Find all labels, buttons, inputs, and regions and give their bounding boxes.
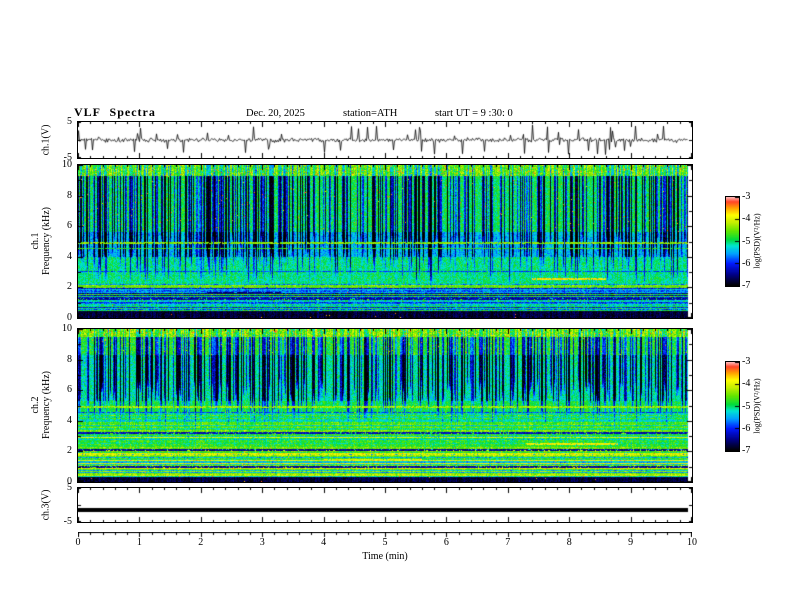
x-tick-label: 8	[566, 537, 572, 548]
y-tick-label: -5	[63, 516, 72, 527]
colorbar-1	[725, 196, 740, 287]
y-tick-label: 5	[67, 116, 72, 127]
x-tick-label: 7	[505, 537, 511, 548]
ch2-spectrogram-canvas	[78, 329, 692, 482]
ch1-waveform-panel	[77, 121, 693, 159]
x-axis-title: Time (min)	[362, 551, 408, 562]
y-tick-label: 4	[67, 414, 72, 426]
x-tick-label: 9	[628, 537, 634, 548]
plot-title: VLF Spectra	[74, 105, 156, 119]
ch2-spectrogram-ylabel: ch.2 Frequency (kHz)	[30, 370, 52, 440]
colorbar-tick-label: -7	[742, 445, 751, 456]
y-tick-label: 10	[62, 323, 72, 334]
colorbar-2-gradient	[726, 362, 739, 451]
colorbar-tick-label: -3	[742, 356, 751, 367]
x-tick-label: 1	[136, 537, 142, 548]
ch3-waveform-panel	[77, 487, 693, 523]
y-tick-label: 8	[67, 353, 72, 365]
vlf-spectra-figure: VLF Spectra Dec. 20, 2025 station=ATH st…	[0, 0, 792, 612]
ch1-spectrogram-ylabel: ch.1 Frequency (kHz)	[30, 206, 52, 276]
x-tick-label: 0	[75, 537, 81, 548]
ch1-waveform-ylabel: ch.1(V)	[40, 124, 52, 156]
y-tick-label: 6	[67, 220, 72, 232]
x-tick-label: 6	[443, 537, 449, 548]
x-tick-label: 3	[259, 537, 265, 548]
colorbar-2	[725, 361, 740, 452]
x-tick-label: 10	[687, 537, 697, 548]
y-tick-label: 2	[67, 281, 72, 293]
colorbar-tick-label: -4	[742, 378, 751, 390]
header-start-ut: start UT = 9 :30: 0	[435, 108, 513, 119]
y-tick-label: 5	[67, 482, 72, 493]
colorbar-tick-label: -6	[742, 257, 751, 269]
y-tick-label: 4	[67, 250, 72, 262]
header-date: Dec. 20, 2025	[246, 108, 305, 119]
colorbar-tick-label: -6	[742, 422, 751, 434]
colorbar-tick-label: -7	[742, 280, 751, 291]
colorbar-tick-label: -5	[742, 235, 751, 247]
colorbar-tick-label: -3	[742, 191, 751, 202]
y-tick-label: -5	[63, 152, 72, 163]
ch1-spectrogram-panel	[77, 164, 693, 319]
x-tick-label: 4	[321, 537, 327, 548]
x-tick-label: 5	[382, 537, 388, 548]
colorbar-1-gradient	[726, 197, 739, 286]
ch3-waveform-ylabel: ch.3(V)	[40, 489, 52, 521]
ch1-waveform-canvas	[78, 122, 692, 158]
y-tick-label: 2	[67, 445, 72, 457]
ch2-spectrogram-panel	[77, 328, 693, 483]
y-tick-label: 8	[67, 189, 72, 201]
x-tick-label: 2	[198, 537, 204, 548]
colorbar-tick-label: -4	[742, 213, 751, 225]
ch1-spectrogram-canvas	[78, 165, 692, 318]
ch3-waveform-canvas	[78, 488, 692, 522]
header-station: station=ATH	[343, 108, 398, 119]
y-tick-label: 6	[67, 384, 72, 396]
colorbar-tick-label: -5	[742, 400, 751, 412]
